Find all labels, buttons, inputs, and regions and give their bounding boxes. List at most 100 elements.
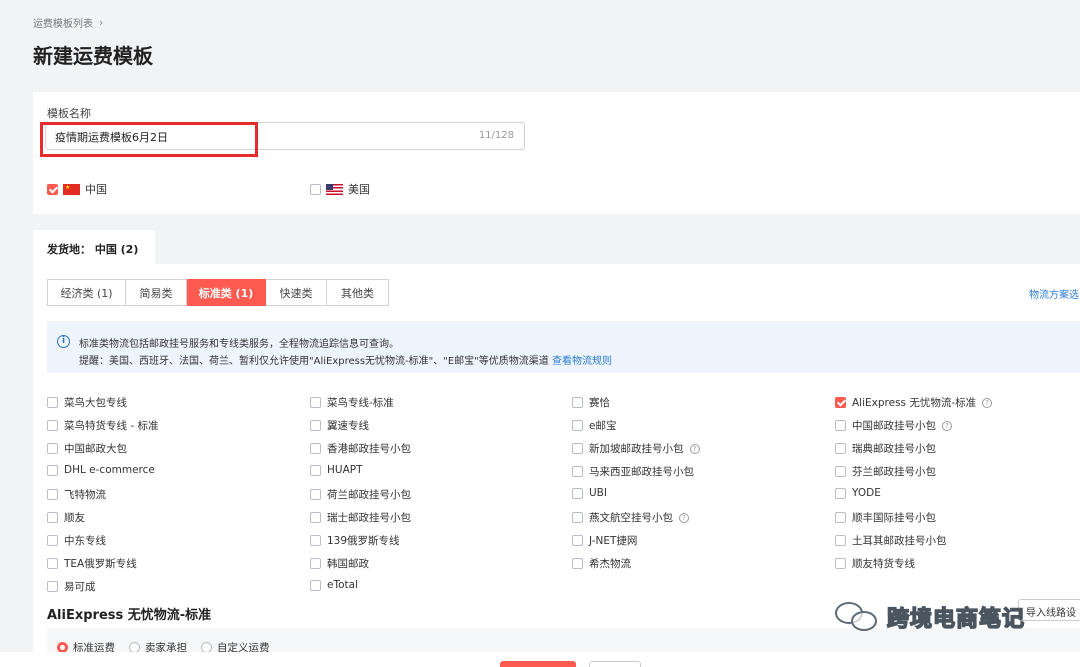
shipping-option[interactable]: YODE: [835, 487, 881, 499]
cancel-button[interactable]: [589, 661, 641, 667]
category-tabs: 经济类 (1) 简易类 标准类 (1) 快速类 其他类: [47, 279, 389, 306]
shipping-option-label: 翼速专线: [327, 420, 369, 432]
shipping-option[interactable]: 赛恰: [572, 395, 610, 410]
shipping-option[interactable]: 瑞士邮政挂号小包: [310, 510, 411, 525]
checkbox[interactable]: [572, 443, 583, 454]
checkbox[interactable]: [47, 558, 58, 569]
checkbox[interactable]: [835, 420, 846, 431]
shipping-option[interactable]: 翼速专线: [310, 418, 369, 433]
shipping-option[interactable]: 顺友特货专线: [835, 556, 915, 571]
shipping-option-label: J-NET捷网: [589, 535, 638, 547]
import-route-button[interactable]: 导入线路设: [1018, 599, 1080, 621]
breadcrumb: 运费模板列表 ›: [33, 15, 103, 30]
shipping-option-label: 希杰物流: [589, 558, 631, 570]
checkbox[interactable]: [572, 535, 583, 546]
checkbox[interactable]: [47, 489, 58, 500]
shipping-option[interactable]: e邮宝: [572, 418, 616, 433]
checkbox[interactable]: [572, 487, 583, 499]
country-option-us[interactable]: 美国: [310, 181, 370, 197]
help-icon[interactable]: ?: [679, 512, 689, 523]
checkbox[interactable]: [47, 183, 58, 195]
checkbox[interactable]: [47, 420, 58, 431]
info-line-1: 标准类物流包括邮政挂号服务和专线类服务，全程物流追踪信息可查询。: [79, 339, 399, 350]
shipping-option[interactable]: 菜鸟大包专线: [47, 395, 127, 410]
help-icon[interactable]: ?: [689, 443, 700, 454]
tab-simple[interactable]: 简易类: [126, 279, 187, 306]
shipping-option[interactable]: 中国邮政大包: [47, 441, 127, 456]
checkbox[interactable]: [47, 581, 58, 592]
checkbox[interactable]: [310, 558, 321, 569]
checkbox[interactable]: [310, 512, 321, 523]
shipping-option-label: 赛恰: [589, 397, 610, 409]
shipping-option[interactable]: 瑞典邮政挂号小包: [835, 441, 936, 456]
shipping-option[interactable]: UBI: [572, 487, 607, 499]
shipping-option[interactable]: 菜鸟特货专线 - 标准: [47, 418, 158, 433]
checkbox[interactable]: [835, 443, 846, 454]
checkbox[interactable]: [47, 464, 58, 476]
checkbox[interactable]: [572, 466, 583, 477]
checkbox[interactable]: [310, 397, 321, 408]
shipping-option[interactable]: 燕文航空挂号小包?: [572, 510, 689, 525]
shipping-option-label: e邮宝: [589, 420, 617, 432]
country-option-cn[interactable]: 中国: [47, 181, 107, 197]
shipping-option[interactable]: 荷兰邮政挂号小包: [310, 487, 411, 502]
checkbox[interactable]: [310, 535, 321, 546]
help-icon[interactable]: ?: [982, 397, 993, 408]
logistics-rules-link[interactable]: 查看物流规则: [552, 356, 612, 367]
breadcrumb-parent-link[interactable]: 运费模板列表: [33, 15, 93, 30]
logistics-plan-link[interactable]: 物流方案选: [1029, 286, 1079, 301]
checkbox[interactable]: [835, 535, 846, 546]
checkbox[interactable]: [572, 512, 583, 523]
shipping-option[interactable]: 芬兰邮政挂号小包: [835, 464, 936, 479]
shipping-option[interactable]: 顺丰国际挂号小包: [835, 510, 936, 525]
shipping-option[interactable]: 韩国邮政: [310, 556, 369, 571]
shipping-option[interactable]: 中国邮政挂号小包?: [835, 418, 952, 433]
shipping-option-label: 139俄罗斯专线: [327, 535, 400, 547]
checkbox[interactable]: [310, 579, 321, 591]
tab-economy[interactable]: 经济类 (1): [47, 279, 126, 306]
checkbox[interactable]: [310, 420, 321, 431]
tab-standard[interactable]: 标准类 (1): [187, 279, 266, 306]
shipping-option[interactable]: 飞特物流: [47, 487, 106, 502]
checkbox[interactable]: [47, 397, 58, 408]
shipping-option-label: 瑞士邮政挂号小包: [327, 512, 411, 524]
tab-origin[interactable]: 发货地： 中国 (2): [33, 230, 155, 264]
shipping-option[interactable]: HUAPT: [310, 464, 363, 476]
shipping-option[interactable]: 土耳其邮政挂号小包: [835, 533, 947, 548]
tab-other[interactable]: 其他类: [327, 279, 389, 306]
shipping-option[interactable]: 顺友: [47, 510, 85, 525]
shipping-option[interactable]: 易可成: [47, 579, 96, 594]
checkbox[interactable]: [572, 397, 583, 408]
shipping-option-label: 燕文航空挂号小包: [589, 512, 673, 524]
checkbox[interactable]: [47, 535, 58, 546]
checkbox[interactable]: [835, 512, 846, 523]
checkbox[interactable]: [310, 183, 321, 195]
checkbox[interactable]: [835, 558, 846, 569]
shipping-option[interactable]: AliExpress 无忧物流-标准?: [835, 395, 993, 410]
help-icon[interactable]: ?: [942, 420, 952, 431]
submit-button[interactable]: [500, 661, 576, 667]
shipping-option[interactable]: TEA俄罗斯专线: [47, 556, 137, 571]
shipping-option[interactable]: eTotal: [310, 579, 358, 591]
checkbox[interactable]: [310, 443, 321, 454]
checkbox[interactable]: [47, 512, 58, 523]
tab-express[interactable]: 快速类: [266, 279, 327, 306]
shipping-option[interactable]: J-NET捷网: [572, 533, 637, 548]
checkbox[interactable]: [572, 558, 583, 569]
checkbox[interactable]: [310, 489, 321, 500]
shipping-option[interactable]: 中东专线: [47, 533, 106, 548]
checkbox[interactable]: [835, 397, 846, 408]
checkbox[interactable]: [572, 420, 583, 431]
shipping-option[interactable]: 新加坡邮政挂号小包?: [572, 441, 700, 456]
checkbox[interactable]: [835, 487, 846, 499]
shipping-option[interactable]: 菜鸟专线-标准: [310, 395, 394, 410]
checkbox[interactable]: [310, 464, 321, 476]
shipping-option[interactable]: 马来西亚邮政挂号小包: [572, 464, 694, 479]
checkbox[interactable]: [47, 443, 58, 454]
shipping-option[interactable]: DHL e-commerce: [47, 464, 155, 476]
shipping-option[interactable]: 139俄罗斯专线: [310, 533, 400, 548]
checkbox[interactable]: [835, 466, 846, 477]
country-label: 中国: [85, 183, 107, 196]
shipping-option[interactable]: 希杰物流: [572, 556, 631, 571]
shipping-option[interactable]: 香港邮政挂号小包: [310, 441, 411, 456]
